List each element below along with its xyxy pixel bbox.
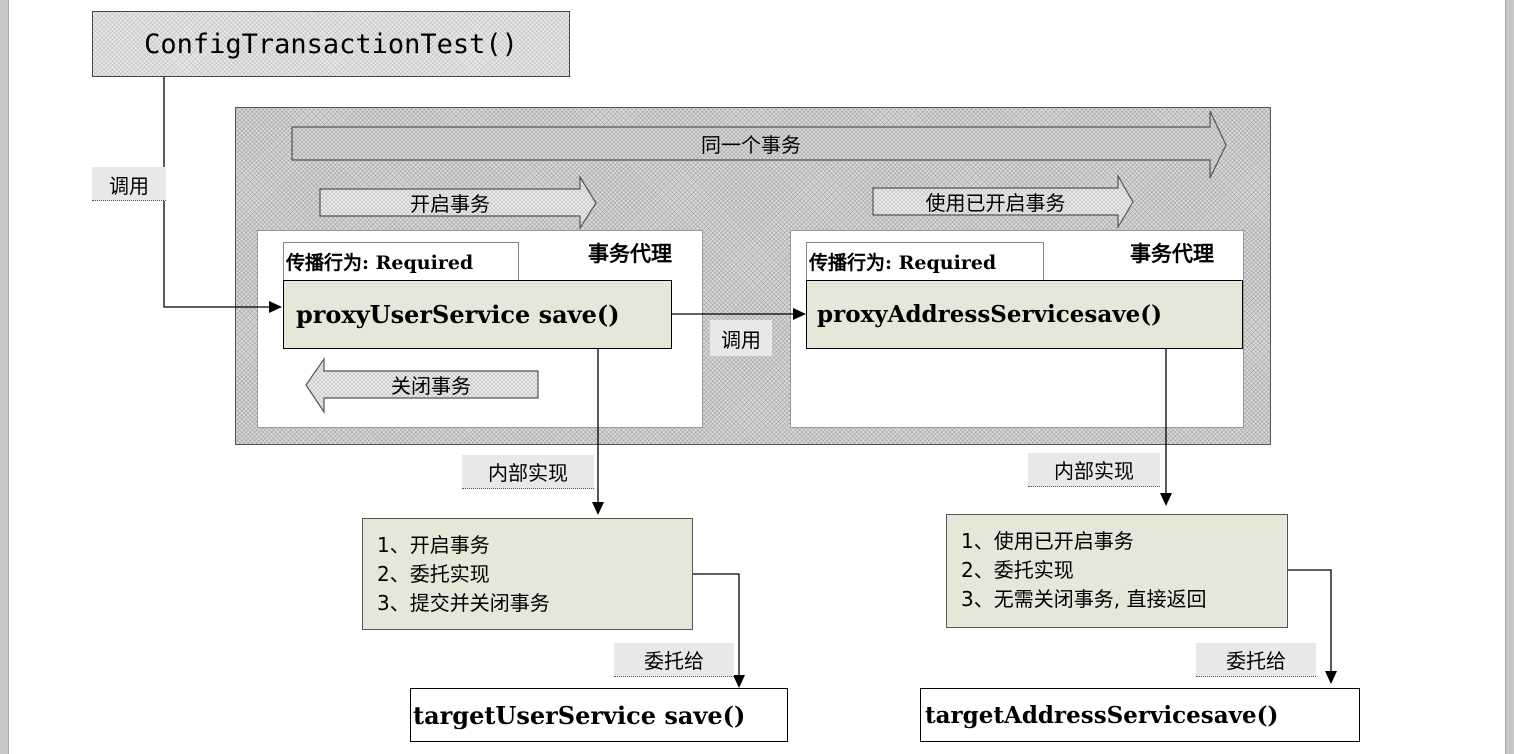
left-steps-box: 1、开启事务 2、委托实现 3、提交并关闭事务: [362, 518, 693, 630]
right-step-3: 3、无需关闭事务, 直接返回: [961, 587, 1207, 611]
left-proxy-method: proxyUserService save(): [296, 300, 620, 329]
left-target-box[interactable]: targetUserService save(): [410, 688, 788, 742]
left-target-method: targetUserService save(): [413, 700, 746, 730]
right-step-1: 1、使用已开启事务: [961, 529, 1134, 553]
caller-label: ConfigTransactionTest(): [144, 28, 518, 60]
call-label-middle: 调用: [710, 320, 772, 356]
right-steps-box: 1、使用已开启事务 2、委托实现 3、无需关闭事务, 直接返回: [946, 514, 1288, 628]
use-transaction-label: 使用已开启事务: [925, 191, 1066, 215]
right-proxy-title: 事务代理: [1130, 241, 1214, 266]
delegate-label-right: 委托给: [1196, 643, 1316, 677]
left-step-2: 2、委托实现: [377, 562, 490, 586]
proxy-to-proxy-arrowhead: [793, 308, 806, 320]
right-proxy-method-box[interactable]: proxyAddressServicesave(): [806, 280, 1243, 349]
left-propagation-tab: 传播行为: Required: [283, 242, 519, 280]
right-delegate-arrowhead: [1325, 671, 1337, 684]
delegate-label-left: 委托给: [614, 643, 734, 677]
left-delegate-arrowhead: [733, 675, 745, 688]
call-label-left: 调用: [92, 167, 166, 201]
right-propagation-text: 传播行为: Required: [809, 252, 997, 274]
open-transaction-label: 开启事务: [410, 192, 490, 216]
close-transaction-label: 关闭事务: [391, 374, 471, 398]
right-proxy-method: proxyAddressServicesave(): [817, 301, 1162, 328]
left-proxy-method-box[interactable]: proxyUserService save(): [283, 280, 672, 349]
right-target-box[interactable]: targetAddressServicesave(): [920, 688, 1360, 742]
caller-arrowhead: [269, 301, 282, 313]
left-step-1: 1、开启事务: [377, 533, 490, 557]
right-propagation-tab: 传播行为: Required: [806, 242, 1044, 280]
left-propagation-text: 传播行为: Required: [286, 252, 474, 274]
left-step-3: 3、提交并关闭事务: [377, 591, 550, 615]
right-target-method: targetAddressServicesave(): [925, 701, 1279, 729]
right-step-2: 2、委托实现: [961, 558, 1074, 582]
left-internal-arrowhead: [592, 502, 604, 515]
internal-label-right: 内部实现: [1028, 453, 1160, 487]
caller-box: ConfigTransactionTest(): [92, 11, 570, 77]
internal-label-left: 内部实现: [462, 455, 594, 489]
caller-connector: [163, 76, 270, 308]
diagram-connectors: [163, 76, 1337, 688]
same-transaction-label: 同一个事务: [701, 133, 801, 157]
left-proxy-title: 事务代理: [588, 241, 672, 266]
right-internal-arrowhead: [1160, 493, 1172, 506]
